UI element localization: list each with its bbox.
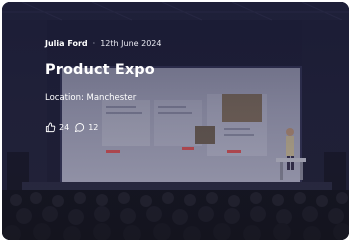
event-title[interactable]: Product Expo [45, 62, 155, 78]
author-name[interactable]: Julia Ford [45, 39, 88, 48]
comment-button[interactable]: 12 [74, 122, 98, 133]
post-date: 12th June 2024 [100, 39, 162, 48]
thumbs-up-icon [45, 122, 56, 133]
event-card[interactable]: Julia Ford · 12th June 2024 Product Expo… [2, 2, 349, 240]
engagement-stats: 24 12 [45, 122, 98, 133]
like-count: 24 [59, 123, 70, 132]
speech-bubble-icon [75, 123, 85, 133]
meta-separator: · [92, 39, 96, 48]
event-location: Location: Manchester [45, 93, 137, 103]
comment-count: 12 [88, 123, 99, 132]
post-meta: Julia Ford · 12th June 2024 [45, 39, 161, 48]
like-button[interactable]: 24 [45, 122, 69, 133]
event-photo [2, 2, 349, 240]
